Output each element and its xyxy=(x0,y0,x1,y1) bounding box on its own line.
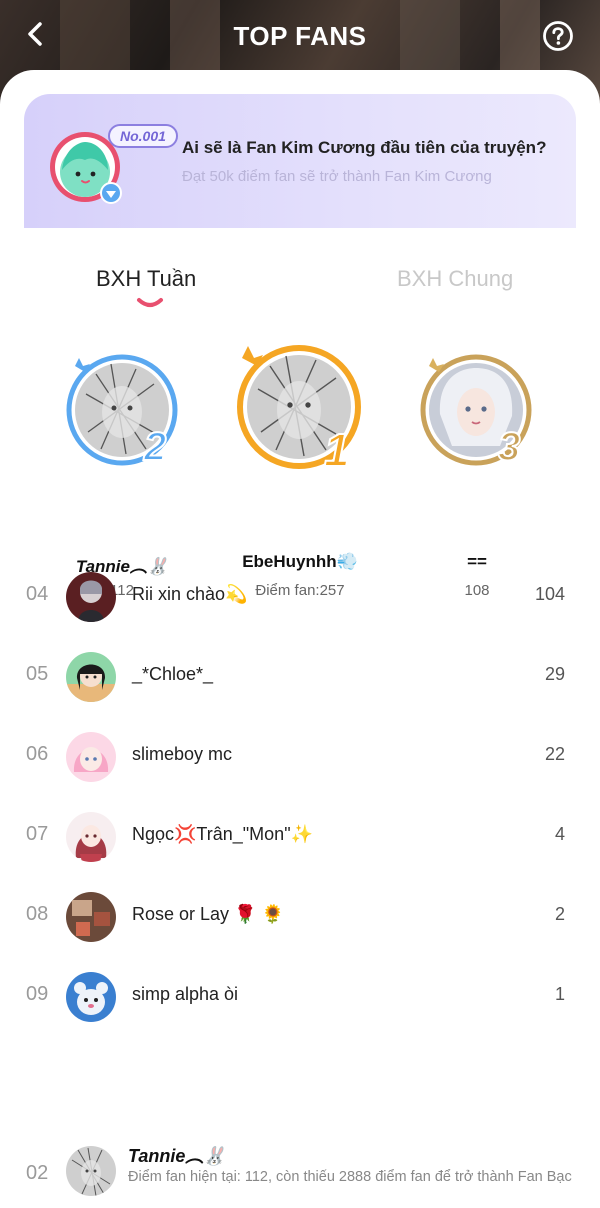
fan-score: 104 xyxy=(534,584,565,604)
content-sheet: No.001 Ai sẽ là Fan Kim Cương đầu tiên c… xyxy=(0,70,600,1208)
fan-score: 4 xyxy=(554,824,565,844)
fan-name: simp alpha òi xyxy=(132,984,239,1004)
my-avatar xyxy=(66,1146,116,1196)
my-name: Tannie︵🐰 xyxy=(128,1146,226,1166)
list-item[interactable]: 08 Rose or Lay 🌹 🌻 2 xyxy=(0,876,600,956)
podium-avatar-3: 3 xyxy=(420,354,532,470)
diamond-fan-banner[interactable]: No.001 Ai sẽ là Fan Kim Cương đầu tiên c… xyxy=(24,94,576,228)
rank-number: 05 xyxy=(26,663,49,685)
help-icon[interactable] xyxy=(542,20,574,52)
avatar xyxy=(66,972,116,1022)
my-rank-number: 02 xyxy=(26,1162,49,1184)
rank-number: 09 xyxy=(26,983,49,1005)
avatar xyxy=(66,652,116,702)
fan-score: 1 xyxy=(554,984,565,1004)
rank-number: 06 xyxy=(26,743,49,765)
list-item[interactable]: 06 slimeboy mc 22 xyxy=(0,716,600,796)
fan-score: 29 xyxy=(544,664,565,684)
svg-text:2: 2 xyxy=(143,425,166,466)
fan-name: slimeboy mc xyxy=(132,744,233,764)
fan-name: _*Chloe*_ xyxy=(132,664,214,684)
rank-number: 04 xyxy=(26,583,49,605)
banner-title: Ai sẽ là Fan Kim Cương đầu tiên của truy… xyxy=(182,138,547,157)
list-item[interactable]: 07 Ngọc💢Trân_"Mon"✨ 4 xyxy=(0,796,600,876)
svg-text:3: 3 xyxy=(498,425,520,466)
my-ranking-row[interactable]: 02 Tannie︵🐰 Điểm fan hiện tại: 112, còn … xyxy=(0,1134,600,1208)
banner-subtitle: Đạt 50k điểm fan sẽ trở thành Fan Kim Cư… xyxy=(182,168,492,185)
fan-name: Ngọc💢Trân_"Mon"✨ xyxy=(132,824,313,844)
top-bar: TOP FANS xyxy=(0,0,600,72)
rank-number: 07 xyxy=(26,823,49,845)
page-title: TOP FANS xyxy=(233,20,367,51)
list-item[interactable]: 09 simp alpha òi 1 xyxy=(0,956,600,1036)
fan-score: 2 xyxy=(554,904,565,924)
fan-name: Rose or Lay 🌹 🌻 xyxy=(132,904,284,924)
podium-avatar-2: 2 xyxy=(66,354,178,470)
my-progress-text: Điểm fan hiện tại: 112, còn thiếu 2888 đ… xyxy=(128,1169,572,1185)
podium-avatar-1: 1 xyxy=(236,344,362,477)
rank-number: 08 xyxy=(26,903,49,925)
rank-badge: No.001 xyxy=(108,124,178,148)
svg-text:1: 1 xyxy=(324,424,350,470)
ranking-tabs: BXH Tuần BXH Chung xyxy=(0,266,600,316)
back-icon[interactable] xyxy=(22,18,50,50)
tab-general[interactable]: BXH Chung xyxy=(397,266,513,292)
fan-name: Rii xin chào💫 xyxy=(132,584,248,604)
active-tab-indicator xyxy=(136,296,164,310)
avatar xyxy=(66,812,116,862)
avatar xyxy=(66,732,116,782)
list-item[interactable]: 04 Rii xin chào💫 104 xyxy=(0,556,600,636)
fan-score: 22 xyxy=(544,744,565,764)
avatar xyxy=(66,892,116,942)
avatar xyxy=(66,572,116,622)
list-item[interactable]: 05 _*Chloe*_ 29 xyxy=(0,636,600,716)
tab-weekly[interactable]: BXH Tuần xyxy=(96,266,196,292)
